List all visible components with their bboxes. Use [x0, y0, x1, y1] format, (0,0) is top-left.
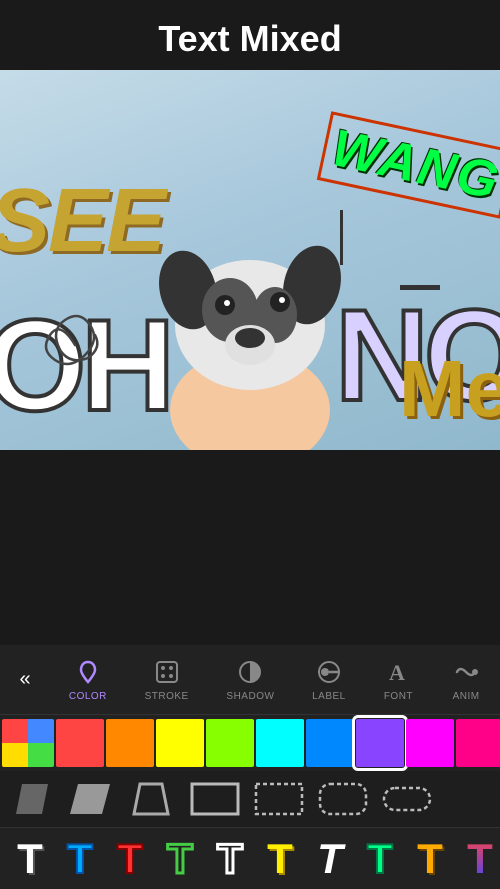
anim-icon	[451, 657, 481, 687]
color-swatch[interactable]	[256, 719, 304, 767]
font-label: FONT	[384, 691, 413, 702]
label-label: LABEL	[312, 691, 346, 702]
color-icon	[73, 657, 103, 687]
toolbar: « COLOR	[0, 645, 500, 715]
svg-text:A: A	[389, 660, 405, 685]
shape-rounded-dotted[interactable]	[316, 780, 370, 818]
shape-strip	[0, 771, 500, 827]
font-style-9[interactable]: T	[408, 835, 452, 883]
font-style-10[interactable]: T	[458, 835, 500, 883]
shape-rectangle-dotted[interactable]	[252, 780, 306, 818]
anim-label: ANIM	[453, 691, 480, 702]
shadow-icon	[235, 657, 265, 687]
shape-trapezoid[interactable]	[124, 780, 178, 818]
font-style-3[interactable]: T	[108, 835, 152, 883]
shape-rectangle-solid[interactable]	[188, 780, 242, 818]
font-style-4[interactable]: T	[158, 835, 202, 883]
tool-anim[interactable]: ANIM	[443, 653, 489, 706]
color-swatch[interactable]	[306, 719, 354, 767]
color-swatch[interactable]	[56, 719, 104, 767]
shadow-label: SHADOW	[226, 691, 274, 702]
color-strip	[0, 715, 500, 771]
bottom-panel: « COLOR	[0, 645, 500, 889]
tool-color[interactable]: COLOR	[61, 653, 115, 706]
shape-parallelogram-gray[interactable]	[66, 780, 114, 818]
tool-shadow[interactable]: SHADOW	[218, 653, 282, 706]
header: Text Mixed	[0, 0, 500, 70]
font-style-2[interactable]: T	[58, 835, 102, 883]
font-style-1[interactable]: T	[8, 835, 52, 883]
font-strip: T T T T T T T T T T	[0, 827, 500, 889]
font-style-8[interactable]: T	[358, 835, 402, 883]
tool-stroke[interactable]: STROKE	[137, 653, 197, 706]
color-swatch[interactable]	[406, 719, 454, 767]
back-button[interactable]: «	[0, 668, 50, 691]
no-dash	[400, 285, 440, 290]
color-swatch[interactable]	[456, 719, 500, 767]
stroke-icon	[152, 657, 182, 687]
tool-font[interactable]: A FONT	[375, 653, 421, 706]
canvas-area: SEE WANG OH NO Me	[0, 70, 500, 450]
color-swatch[interactable]	[106, 719, 154, 767]
font-style-7[interactable]: T	[308, 835, 352, 883]
font-style-5[interactable]: T	[208, 835, 252, 883]
color-swatch[interactable]	[206, 719, 254, 767]
stroke-label: STROKE	[145, 691, 189, 702]
scribble-decoration	[30, 300, 120, 390]
color-swatch[interactable]	[156, 719, 204, 767]
shape-pill[interactable]	[380, 780, 434, 818]
font-icon: A	[383, 657, 413, 687]
color-swatch-multi[interactable]	[2, 719, 54, 767]
page-title: Text Mixed	[0, 18, 500, 60]
shape-parallelogram-dark[interactable]	[8, 780, 56, 818]
tool-label[interactable]: LABEL	[304, 653, 354, 706]
cursor-indicator	[340, 210, 343, 265]
color-label: COLOR	[69, 691, 107, 702]
font-style-6[interactable]: T	[258, 835, 302, 883]
color-swatch[interactable]	[356, 719, 404, 767]
label-icon	[314, 657, 344, 687]
tools-row: COLOR STROKE	[50, 653, 500, 706]
